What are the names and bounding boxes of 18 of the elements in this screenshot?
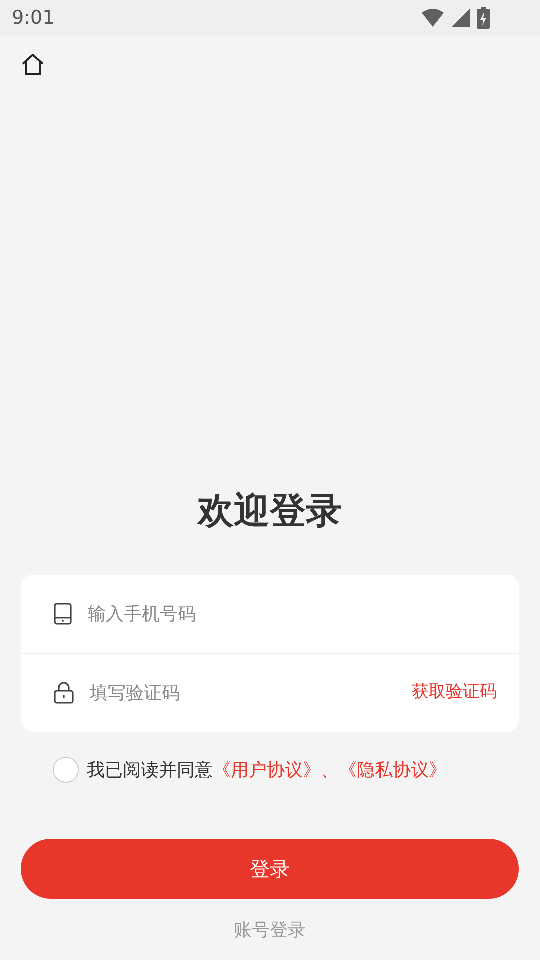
welcome-title: 欢迎登录 xyxy=(196,490,343,534)
phone-input-field[interactable]: 输入手机号码 xyxy=(88,600,486,628)
status-time: 9:01 xyxy=(12,6,55,31)
lock-icon xyxy=(54,682,74,704)
get-code-link[interactable]: 获取验证码 xyxy=(412,680,497,706)
home-icon[interactable] xyxy=(22,54,44,74)
code-input-field[interactable]: 填写验证码 xyxy=(90,680,396,706)
agreement-link[interactable]: 《隐私协议》 xyxy=(339,756,447,784)
signal-icon xyxy=(451,8,471,28)
wifi-icon xyxy=(421,8,445,28)
battery-icon xyxy=(477,7,490,29)
agreement-link[interactable]: 《用户协议》 xyxy=(213,756,321,784)
account-login-link[interactable]: 账号登录 xyxy=(234,917,306,944)
agreement-text: 我已阅读并同意 xyxy=(87,758,213,782)
login-button[interactable]: 登录 xyxy=(21,839,519,899)
separator-text: 、 xyxy=(321,758,339,782)
phone-icon xyxy=(54,603,72,625)
agreement-checkbox[interactable] xyxy=(53,757,79,783)
